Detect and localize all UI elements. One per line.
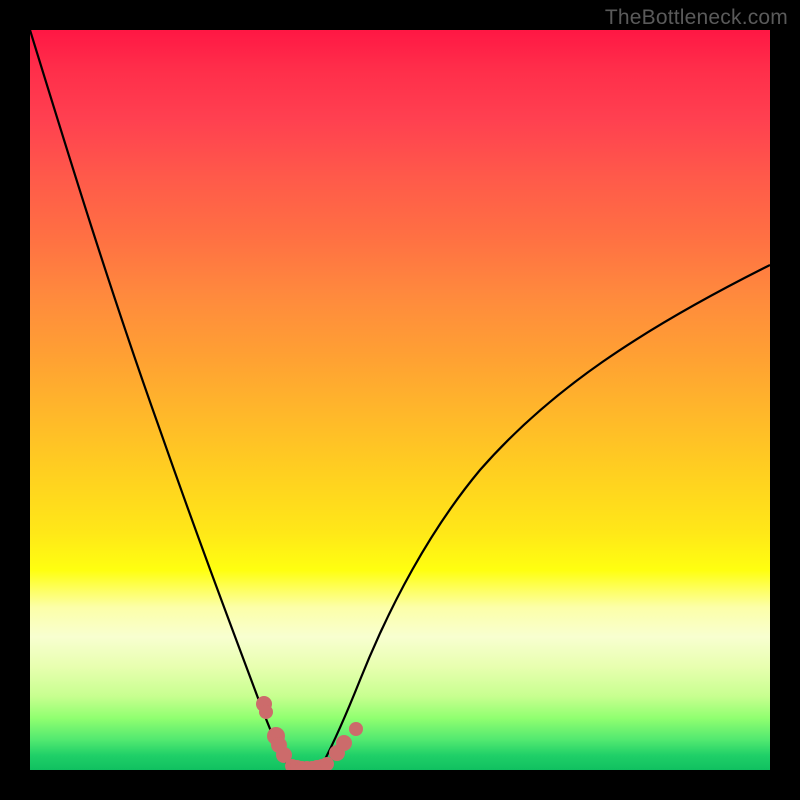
chart-svg: [30, 30, 770, 770]
chart-container: TheBottleneck.com: [0, 0, 800, 800]
right-curve: [322, 265, 770, 765]
markers-valley: [285, 757, 334, 770]
watermark-text: TheBottleneck.com: [605, 6, 788, 30]
left-curve: [30, 30, 292, 768]
markers-left: [256, 696, 292, 763]
